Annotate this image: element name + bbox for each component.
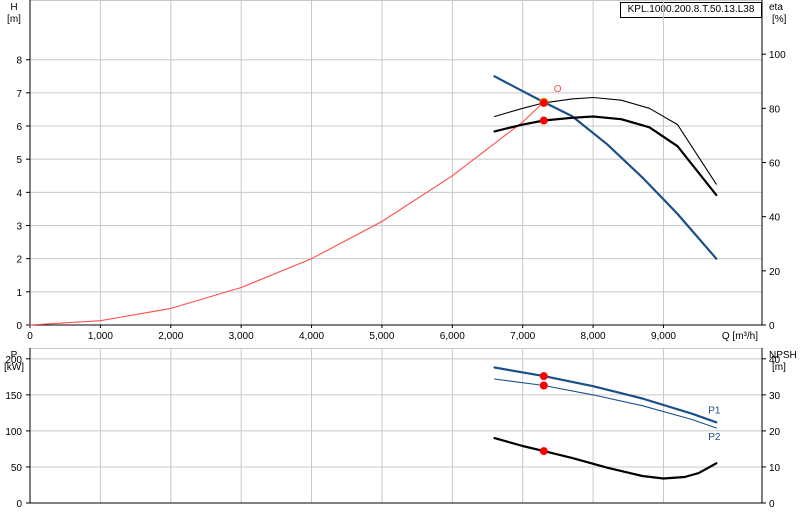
x-tick-label-4: 4,000	[299, 331, 324, 342]
panel1-duty-point-1	[539, 98, 548, 107]
panel1-right-tick-label-5: 100	[769, 50, 786, 61]
panel2-right-axis-title: NPSH	[769, 350, 797, 361]
panel1-duty-point-2	[539, 116, 548, 125]
panel1-left-axis-title: H	[10, 2, 17, 13]
series-h	[493, 75, 718, 260]
panel2-left-tick-label-2: 100	[5, 427, 22, 438]
panel1-right-tick-label-2: 40	[769, 213, 781, 224]
series-p1-label: P1	[708, 405, 721, 416]
panel1-left-tick-label-0: 0	[16, 321, 22, 332]
x-tick-label-6: 6,000	[440, 331, 465, 342]
panel2-right-tick-label-3: 30	[769, 391, 781, 402]
panel2-left-tick-label-1: 50	[11, 463, 23, 474]
panel1-left-tick-label-8: 8	[16, 56, 22, 67]
panel2-left-axis-unit: [kW]	[4, 362, 24, 373]
panel1-left-tick-label-2: 2	[16, 255, 22, 266]
x-tick-label-2: 2,000	[158, 331, 183, 342]
series-eta2	[493, 115, 718, 197]
series-system-label: O	[554, 84, 562, 95]
panel2-duty-point-0	[539, 372, 548, 381]
x-tick-label-8: 8,000	[581, 331, 606, 342]
panel1-left-tick-label-7: 7	[16, 89, 22, 100]
panel1-right-tick-label-0: 0	[769, 321, 775, 332]
x-axis-title: Q [m³/h]	[722, 331, 758, 342]
x-tick-label-7: 7,000	[510, 331, 535, 342]
panel1-left-tick-label-3: 3	[16, 222, 22, 233]
panel2-right-tick-label-2: 20	[769, 427, 781, 438]
panel1-left-tick-label-1: 1	[16, 288, 22, 299]
panel2-right-tick-label-0: 0	[769, 499, 775, 510]
panel1-right-axis-unit: [%]	[772, 14, 787, 25]
panel2-left-tick-label-3: 150	[5, 391, 22, 402]
pump-curve-chart: 012345678020406080100H[m]eta[%]0 1,000 2,0…	[4, 0, 797, 510]
panel1-right-tick-label-4: 80	[769, 104, 781, 115]
panel1-left-axis-unit: [m]	[7, 14, 21, 25]
panel1-left-tick-label-6: 6	[16, 122, 22, 133]
panel1-left-tick-label-4: 4	[16, 188, 22, 199]
panel2-duty-point-2	[539, 447, 548, 456]
panel1-right-tick-label-3: 60	[769, 159, 781, 170]
panel1-left-tick-label-5: 5	[16, 155, 22, 166]
panel1-right-tick-label-1: 20	[769, 267, 781, 278]
panel2-duty-point-1	[539, 381, 548, 390]
series-npsh	[493, 437, 718, 480]
series-eta1	[493, 96, 717, 185]
series-p2-label: P2	[708, 432, 721, 443]
panel2-left-axis-title: P	[11, 350, 18, 361]
x-tick-label-1: 1,000	[88, 331, 113, 342]
panel2-right-axis-unit: [m]	[772, 362, 786, 373]
panel2-left-tick-label-0: 0	[16, 499, 22, 510]
panel2-right-tick-label-1: 10	[769, 463, 781, 474]
x-tick-label-0: 0	[27, 331, 33, 342]
series-p2	[493, 378, 717, 429]
panel1-right-axis-title: eta	[769, 2, 783, 13]
x-tick-label-5: 5,000	[369, 331, 394, 342]
x-tick-label-3: 3,000	[229, 331, 254, 342]
x-tick-label-9: 9,000	[651, 331, 676, 342]
